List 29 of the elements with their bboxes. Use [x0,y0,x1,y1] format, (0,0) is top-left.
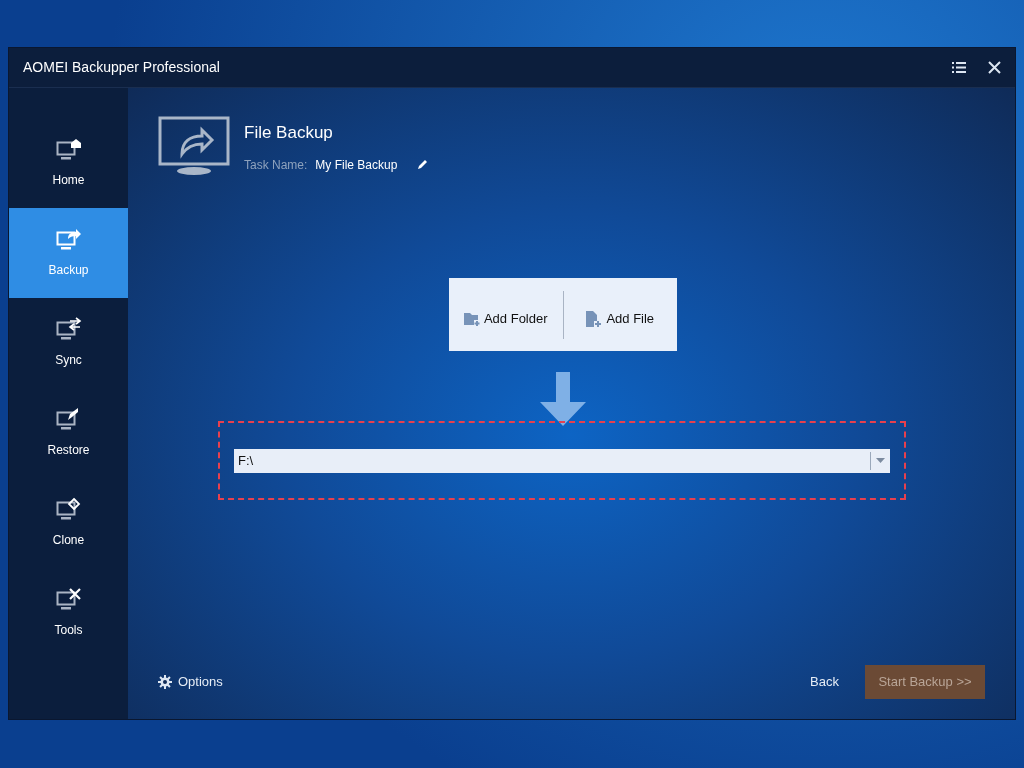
back-button[interactable]: Back [810,672,839,692]
page-title: File Backup [244,122,334,144]
add-source-button[interactable]: Add File [563,300,677,329]
dropdown-caret-icon[interactable] [876,458,885,463]
down-arrow-icon [540,372,586,426]
sidebar-item[interactable]: Clone [9,478,128,568]
sidebar-item[interactable]: Tools [9,568,128,658]
add-source-button[interactable]: Add Folder [449,300,563,329]
monitor-icon [55,137,82,161]
monitor-share-icon [158,116,230,176]
close-icon[interactable] [988,61,1001,74]
monitor-icon [55,497,82,521]
sidebar-item[interactable]: Sync [9,298,128,388]
sidebar-item[interactable]: Home [9,118,128,208]
window-title: AOMEI Backupper Professional [23,58,220,77]
monitor-icon [55,587,82,611]
pencil-icon[interactable] [417,159,429,170]
sidebar-item[interactable]: Restore [9,388,128,478]
monitor-icon [55,317,82,341]
source-dropdown[interactable]: F:\ [234,448,890,473]
folder-plus-icon [463,311,480,326]
monitor-icon [55,227,82,251]
options-link[interactable]: Options [158,672,223,692]
menu-icon[interactable] [952,62,966,73]
source-path: F:\ [237,451,255,470]
gear-icon [158,675,172,689]
file-plus-icon [586,310,603,327]
task-name-label: Task Name: [244,156,308,174]
task-name-value: My File Backup [315,156,398,174]
